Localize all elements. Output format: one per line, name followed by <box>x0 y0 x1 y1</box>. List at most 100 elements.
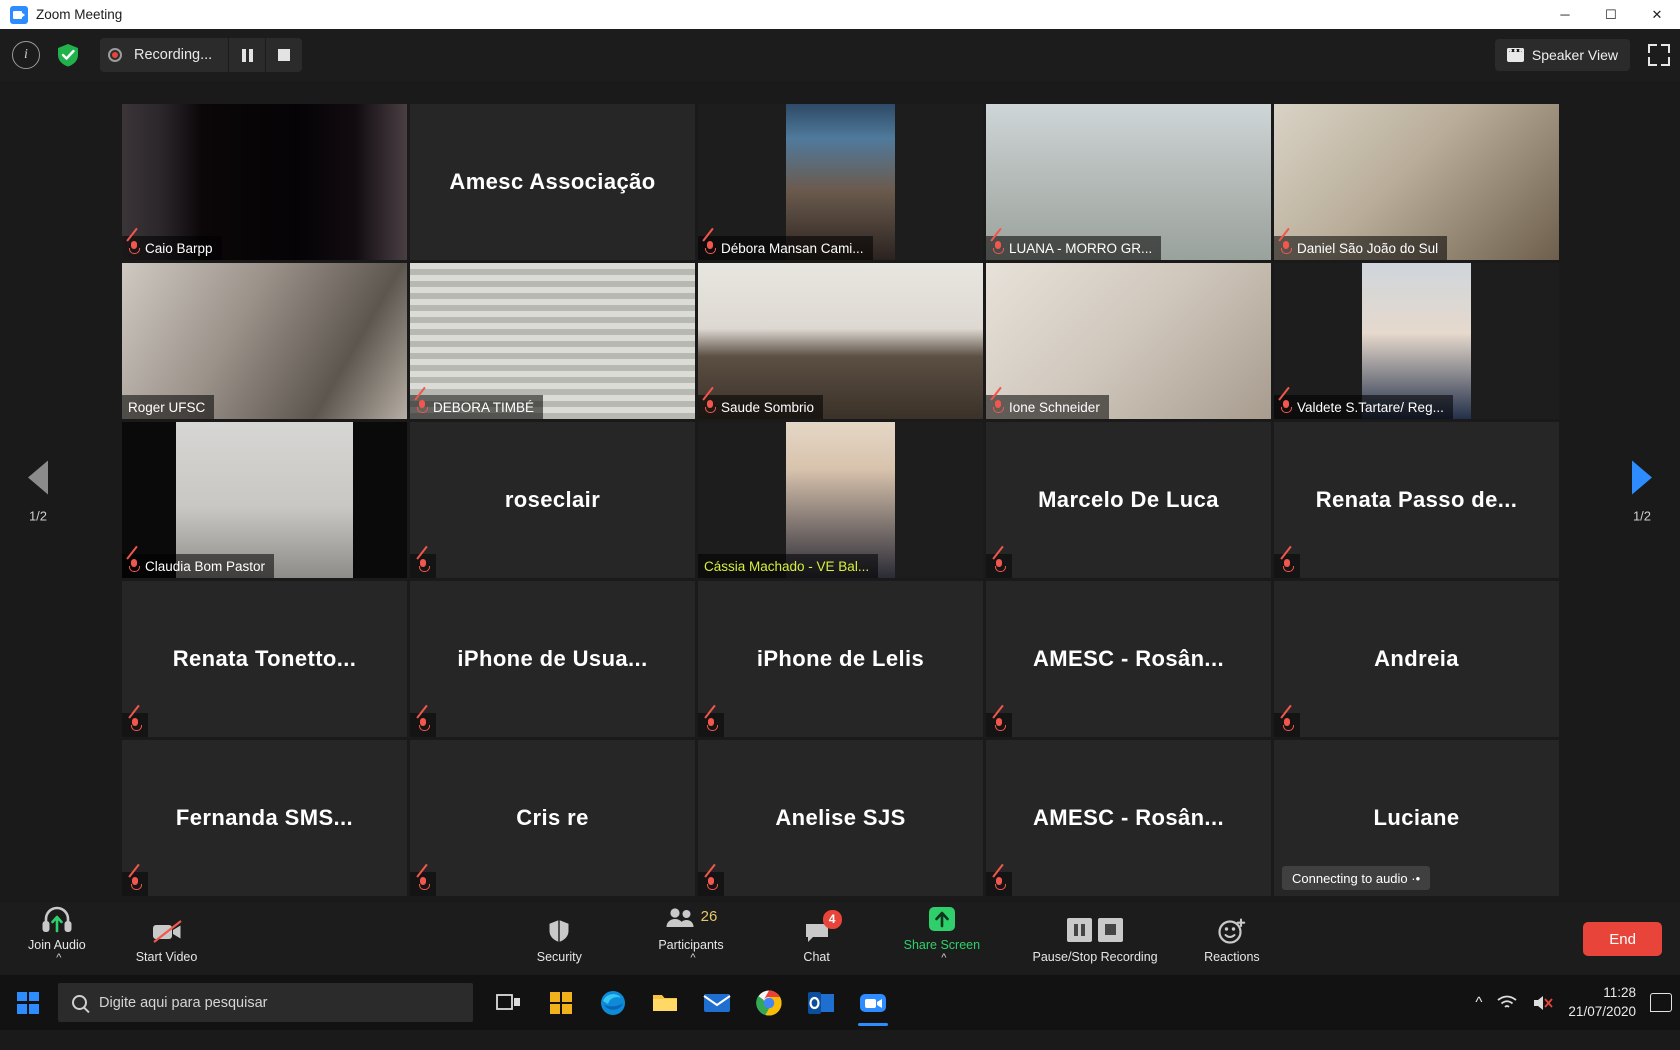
participant-tile[interactable]: Roger UFSC <box>122 263 407 419</box>
pause-recording-button[interactable] <box>229 38 265 72</box>
participant-tile[interactable]: Valdete S.Tartare/ Reg... <box>1274 263 1559 419</box>
participant-name-centered: Amesc Associação <box>449 169 656 194</box>
participant-name-bar: Claudia Bom Pastor <box>122 545 275 578</box>
wifi-icon[interactable] <box>1496 994 1518 1012</box>
zoom-app-icon <box>10 5 28 24</box>
meeting-info-icon[interactable]: i <box>12 41 40 69</box>
security-button[interactable]: Security <box>522 915 596 964</box>
participant-tile[interactable]: Fernanda SMS... <box>122 740 407 896</box>
meeting-toolbar: Join Audio ^ Start Video Security 26 Par… <box>0 903 1680 975</box>
share-screen-button[interactable]: Share Screen ^ <box>894 903 990 976</box>
participant-tile[interactable]: Amesc Associação <box>410 104 695 260</box>
taskbar-search-box[interactable]: Digite aqui para pesquisar <box>58 983 473 1022</box>
participant-tile[interactable]: Renata Passo de... <box>1274 422 1559 578</box>
muted-microphone-icon <box>126 227 140 256</box>
speaker-view-button[interactable]: Speaker View <box>1494 39 1630 71</box>
notifications-icon[interactable] <box>1650 993 1672 1012</box>
microsoft-edge-icon[interactable] <box>591 979 635 1026</box>
participant-tile[interactable]: Renata Tonetto... <box>122 581 407 737</box>
chevron-left-icon <box>28 460 48 495</box>
participant-tile[interactable]: Andreia <box>1274 581 1559 737</box>
participant-name-bar: Cássia Machado - VE Bal... <box>698 554 879 578</box>
muted-microphone-icon <box>126 545 140 574</box>
participant-tile[interactable]: DEBORA TIMBÉ <box>410 263 695 419</box>
pause-icon[interactable] <box>1067 917 1093 942</box>
stop-recording-button[interactable] <box>266 38 302 72</box>
next-page-button[interactable]: 1/2 <box>1612 460 1672 524</box>
participant-name-bar: Daniel São João do Sul <box>1274 227 1448 260</box>
participant-tile[interactable]: Ione Schneider <box>986 263 1271 419</box>
participant-tile[interactable]: Débora Mansan Cami... <box>698 104 983 260</box>
participant-tile[interactable]: Claudia Bom Pastor <box>122 422 407 578</box>
stop-icon[interactable] <box>1098 917 1124 942</box>
muted-microphone-indicator <box>410 545 436 578</box>
participant-tile[interactable]: iPhone de Lelis <box>698 581 983 737</box>
end-meeting-button[interactable]: End <box>1583 922 1662 956</box>
zoom-icon[interactable] <box>851 979 895 1026</box>
reactions-button[interactable]: Reactions <box>1194 915 1270 964</box>
window-controls: ─ ☐ ✕ <box>1542 0 1680 29</box>
participant-grid: Caio Barpp Amesc Associação Débora Mansan … <box>122 104 1559 896</box>
page-indicator-left: 1/2 <box>28 508 48 524</box>
join-audio-button[interactable]: Join Audio ^ <box>18 903 96 976</box>
windows-logo-icon <box>17 991 39 1014</box>
participant-name-label: Roger UFSC <box>128 399 206 415</box>
headset-arrow-icon <box>40 903 74 933</box>
stop-icon <box>278 49 291 61</box>
muted-microphone-icon <box>703 863 718 892</box>
participant-name-label: Caio Barpp <box>145 240 213 256</box>
microsoft-store-icon[interactable] <box>539 979 583 1026</box>
participant-name-centered: iPhone de Lelis <box>756 646 925 671</box>
start-video-button[interactable]: Start Video <box>126 915 208 964</box>
start-button[interactable] <box>4 975 52 1030</box>
share-screen-label: Share Screen <box>903 937 981 952</box>
participant-tile[interactable]: AMESC - Rosân... <box>986 581 1271 737</box>
close-button[interactable]: ✕ <box>1634 0 1680 29</box>
participant-tile[interactable]: Daniel São João do Sul <box>1274 104 1559 260</box>
volume-muted-icon[interactable] <box>1532 994 1554 1012</box>
participant-tile[interactable]: Cris re <box>410 740 695 896</box>
participant-tile[interactable]: Luciane Connecting to audio ·• <box>1274 740 1559 896</box>
encryption-shield-icon[interactable] <box>54 41 82 69</box>
taskbar-apps <box>487 979 895 1026</box>
task-view-icon[interactable] <box>487 979 531 1026</box>
participant-tile[interactable]: Caio Barpp <box>122 104 407 260</box>
clock[interactable]: 11:28 21/07/2020 <box>1568 984 1636 1020</box>
audio-options-chevron-icon[interactable]: ^ <box>56 952 61 976</box>
google-chrome-icon[interactable] <box>747 979 791 1026</box>
participants-button[interactable]: 26 Participants ^ <box>648 903 733 976</box>
participant-name-centered: AMESC - Rosân... <box>1033 646 1224 671</box>
participant-name-label: Daniel São João do Sul <box>1297 240 1439 256</box>
muted-microphone-indicator <box>986 545 1012 578</box>
speaker-view-label: Speaker View <box>1531 47 1618 63</box>
pause-stop-recording-label: Pause/Stop Recording <box>1032 949 1158 964</box>
chat-unread-badge: 4 <box>822 909 842 929</box>
minimize-button[interactable]: ─ <box>1542 0 1588 29</box>
view-controls: Speaker View <box>1494 29 1670 81</box>
participant-tile[interactable]: LUANA - MORRO GR... <box>986 104 1271 260</box>
participant-tile[interactable]: AMESC - Rosân... <box>986 740 1271 896</box>
camera-off-icon <box>149 915 185 945</box>
participant-tile[interactable]: Cássia Machado - VE Bal... <box>698 422 983 578</box>
maximize-button[interactable]: ☐ <box>1588 0 1634 29</box>
muted-microphone-icon <box>1278 227 1292 256</box>
pause-stop-recording-button[interactable]: Pause/Stop Recording <box>1020 915 1170 964</box>
fullscreen-icon[interactable] <box>1648 44 1670 66</box>
muted-microphone-icon <box>414 386 428 415</box>
participant-tile[interactable]: Marcelo De Luca <box>986 422 1271 578</box>
start-video-label: Start Video <box>135 949 198 964</box>
participants-options-chevron-icon[interactable]: ^ <box>690 952 695 976</box>
share-options-chevron-icon[interactable]: ^ <box>941 952 946 976</box>
participant-tile[interactable]: Anelise SJS <box>698 740 983 896</box>
show-hidden-icons-icon[interactable]: ^ <box>1475 994 1482 1011</box>
participant-name-centered: Anelise SJS <box>775 805 906 830</box>
file-explorer-icon[interactable] <box>643 979 687 1026</box>
mail-icon[interactable] <box>695 979 739 1026</box>
participant-tile[interactable]: iPhone de Usua... <box>410 581 695 737</box>
participant-tile[interactable]: Saude Sombrio <box>698 263 983 419</box>
participant-tile[interactable]: roseclair <box>410 422 695 578</box>
participant-name-bar: Débora Mansan Cami... <box>698 227 873 260</box>
chat-button[interactable]: 4 Chat <box>780 909 854 964</box>
outlook-icon[interactable] <box>799 979 843 1026</box>
previous-page-button[interactable]: 1/2 <box>8 460 68 524</box>
